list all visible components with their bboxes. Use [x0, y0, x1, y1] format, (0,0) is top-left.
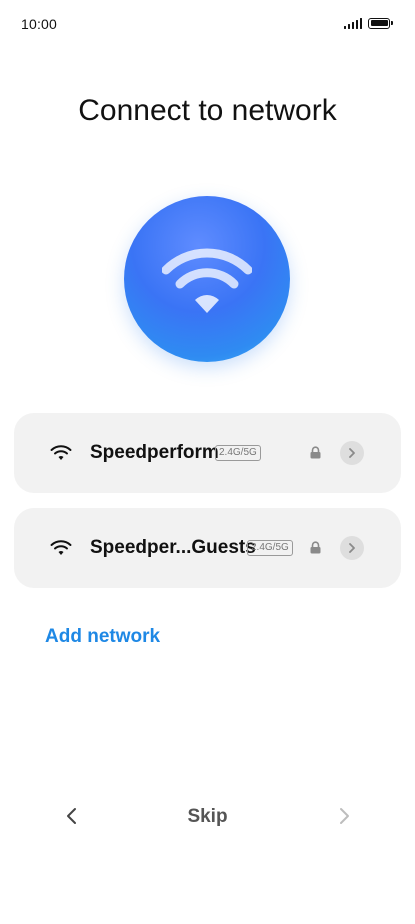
- network-details-button[interactable]: [340, 536, 364, 560]
- band-badge: 2.4G/5G: [247, 540, 293, 556]
- chevron-right-icon: [349, 543, 355, 553]
- status-icons: [343, 17, 393, 29]
- status-time: 10:00: [21, 16, 58, 32]
- wifi-icon: [162, 248, 252, 313]
- network-name: Speedper...Guests: [90, 537, 256, 558]
- wifi-icon: [50, 445, 72, 460]
- battery-icon: [368, 17, 393, 29]
- status-bar: 10:00: [0, 0, 415, 50]
- lock-icon: [310, 446, 321, 459]
- next-button[interactable]: [336, 804, 352, 828]
- hero-wifi-illustration: [124, 196, 290, 362]
- signal-icon: [343, 17, 362, 29]
- lock-icon: [310, 541, 321, 554]
- network-item-speedperform-guests[interactable]: Speedper...Guests 2.4G/5G: [14, 508, 401, 588]
- chevron-right-icon: [340, 808, 349, 824]
- skip-button[interactable]: Skip: [0, 806, 415, 828]
- page-title: Connect to network: [78, 94, 337, 127]
- band-badge: 2.4G/5G: [215, 445, 261, 461]
- network-item-speedperform[interactable]: Speedperform 2.4G/5G: [14, 413, 401, 493]
- chevron-right-icon: [349, 448, 355, 458]
- wifi-icon: [50, 540, 72, 555]
- network-details-button[interactable]: [340, 441, 364, 465]
- add-network-link[interactable]: Add network: [45, 626, 160, 648]
- network-name: Speedperform: [90, 442, 219, 463]
